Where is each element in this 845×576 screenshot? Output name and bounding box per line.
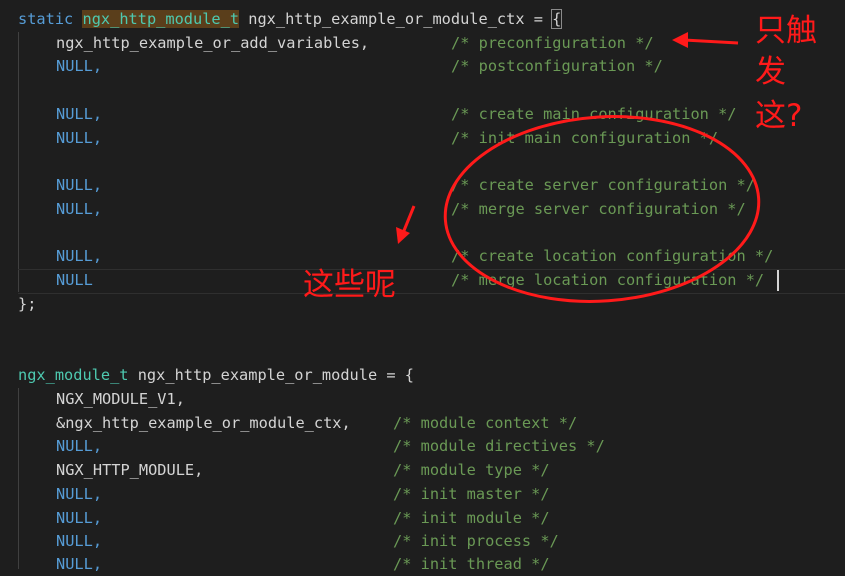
- code-line-8: NULL,: [56, 247, 103, 265]
- comment-create-main: /* create main configuration */: [451, 105, 737, 123]
- code-line-module-ctx: &ngx_http_example_or_module_ctx,: [56, 414, 351, 432]
- code-line-9: NULL: [56, 271, 93, 289]
- text-cursor: [777, 270, 779, 291]
- comment-merge-server: /* merge server configuration */: [451, 200, 746, 218]
- annotation-trigger-2: 发: [755, 54, 786, 90]
- code-line-init-master: NULL,: [56, 485, 103, 503]
- comment-init-module: /* init module */: [393, 509, 550, 527]
- code-line-init-module: NULL,: [56, 509, 103, 527]
- code-line-2: ngx_http_example_or_add_variables,: [56, 34, 370, 52]
- comment-create-server: /* create server configuration */: [451, 176, 755, 194]
- comment-create-location: /* create location configuration */: [451, 247, 774, 265]
- code-line-4: NULL,: [56, 105, 103, 123]
- code-line-10: };: [18, 295, 37, 313]
- indent-guide: [18, 388, 19, 569]
- code-line-6: NULL,: [56, 176, 103, 194]
- type-ngx-module-t: ngx_module_t: [18, 366, 129, 384]
- comment-module-type: /* module type */: [393, 461, 550, 479]
- annotation-only-trigger: 只触: [755, 13, 817, 49]
- comment-module-directives: /* module directives */: [393, 437, 605, 455]
- keyword-static: static: [18, 10, 74, 28]
- struct-name: ngx_http_example_or_module_ctx =: [239, 10, 553, 28]
- code-line-1: static ngx_http_module_t ngx_http_exampl…: [18, 8, 563, 31]
- open-brace: {: [551, 9, 563, 29]
- comment-init-master: /* init master */: [393, 485, 550, 503]
- comment-preconfiguration: /* preconfiguration */: [451, 34, 654, 52]
- type-name-highlighted: ngx_http_module_t: [82, 10, 240, 28]
- code-line-init-process: NULL,: [56, 532, 103, 550]
- code-line-5: NULL,: [56, 129, 103, 147]
- code-line-module-type: NGX_HTTP_MODULE,: [56, 461, 204, 479]
- code-line-module-v1: NGX_MODULE_V1,: [56, 390, 185, 408]
- indent-guide: [18, 32, 19, 292]
- comment-merge-location: /* merge location configuration */: [451, 271, 765, 289]
- comment-module-context: /* module context */: [393, 414, 578, 432]
- code-line-init-thread: NULL,: [56, 555, 103, 573]
- comment-init-main: /* init main configuration */: [451, 129, 719, 147]
- comment-init-thread: /* init thread */: [393, 555, 550, 573]
- annotation-this-question: 这?: [755, 98, 803, 134]
- code-editor[interactable]: static ngx_http_module_t ngx_http_exampl…: [0, 0, 845, 573]
- code-line-module-decl: ngx_module_t ngx_http_example_or_module …: [18, 364, 414, 387]
- code-line-7: NULL,: [56, 200, 103, 218]
- module-name: ngx_http_example_or_module = {: [128, 366, 415, 384]
- annotation-what-about-these: 这些呢: [303, 267, 396, 303]
- code-line-module-directives: NULL,: [56, 437, 103, 455]
- code-line-3: NULL,: [56, 57, 103, 75]
- comment-init-process: /* init process */: [393, 532, 559, 550]
- comment-postconfiguration: /* postconfiguration */: [451, 57, 663, 75]
